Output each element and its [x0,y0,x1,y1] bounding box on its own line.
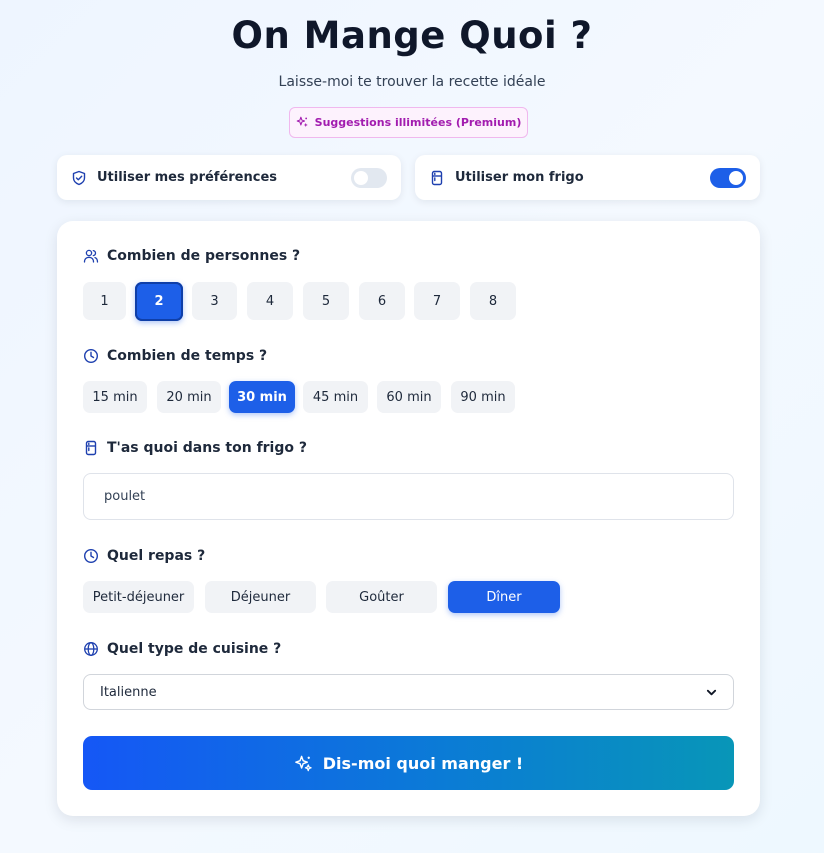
time-option-30[interactable]: 30 min [229,381,295,413]
time-section-label: Combien de temps ? [83,348,267,364]
time-option-90[interactable]: 90 min [451,381,515,413]
premium-label: Suggestions illimitées (Premium) [314,116,522,129]
time-option-45[interactable]: 45 min [303,381,368,413]
persons-option-2[interactable]: 2 [135,282,183,321]
meal-label-text: Quel repas ? [107,548,206,564]
sparkles-icon [294,755,312,771]
preferences-toggle-label: Utiliser mes préférences [97,170,278,185]
persons-label-text: Combien de personnes ? [107,248,301,264]
time-option-15[interactable]: 15 min [83,381,147,413]
persons-option-5[interactable]: 5 [303,282,349,320]
submit-label: Dis-moi quoi manger ! [322,753,524,773]
fridge-toggle-label: Utiliser mon frigo [455,170,584,185]
page-subtitle: Laisse-moi te trouver la recette idéale [278,74,546,90]
cuisine-select[interactable]: Italienne [83,674,734,710]
fridge-switch[interactable] [710,167,746,188]
meal-section-label: Quel repas ? [83,548,205,564]
cuisine-selected-value: Italienne [100,684,157,700]
globe-icon [84,642,98,656]
time-option-20[interactable]: 20 min [157,381,221,413]
preferences-toggle-card[interactable]: Utiliser mes préférences [57,155,401,200]
time-option-60[interactable]: 60 min [377,381,441,413]
persons-option-8[interactable]: 8 [470,282,516,320]
fridge-input-value: poulet [104,489,146,504]
preferences-switch[interactable] [351,167,387,188]
meal-option-lunch[interactable]: Déjeuner [205,581,316,613]
meal-option-breakfast[interactable]: Petit-déjeuner [83,581,194,613]
submit-button[interactable]: Dis-moi quoi manger ! [83,736,734,790]
recipe-form-card: Combien de personnes ? 1 2 3 4 5 6 7 8 C… [57,221,760,816]
sparkles-icon [296,116,308,127]
shield-check-icon [72,170,86,185]
chevron-down-icon [706,689,717,695]
persons-option-6[interactable]: 6 [359,282,405,320]
meal-option-dinner[interactable]: Dîner [448,581,560,613]
meal-option-snack[interactable]: Goûter [326,581,437,613]
switch-knob [729,170,743,185]
fridge-label-text: T'as quoi dans ton frigo ? [107,440,307,456]
persons-option-1[interactable]: 1 [83,282,126,320]
fridge-icon [431,170,443,185]
page-title: On Mange Quoi ? [231,14,593,57]
fridge-ingredients-input[interactable]: poulet [83,473,734,520]
fridge-section-label: T'as quoi dans ton frigo ? [83,440,307,456]
fridge-toggle-card[interactable]: Utiliser mon frigo [415,155,760,200]
cuisine-label-text: Quel type de cuisine ? [107,641,282,657]
premium-badge[interactable]: Suggestions illimitées (Premium) [289,107,528,138]
switch-knob [354,170,368,185]
persons-option-4[interactable]: 4 [247,282,293,320]
users-icon [83,249,99,263]
clock-icon [83,348,99,364]
fridge-icon [85,440,97,456]
cuisine-section-label: Quel type de cuisine ? [83,641,281,657]
time-label-text: Combien de temps ? [107,348,268,364]
persons-option-3[interactable]: 3 [192,282,237,320]
persons-section-label: Combien de personnes ? [83,248,300,264]
persons-option-7[interactable]: 7 [414,282,460,320]
clock-icon [83,548,99,564]
